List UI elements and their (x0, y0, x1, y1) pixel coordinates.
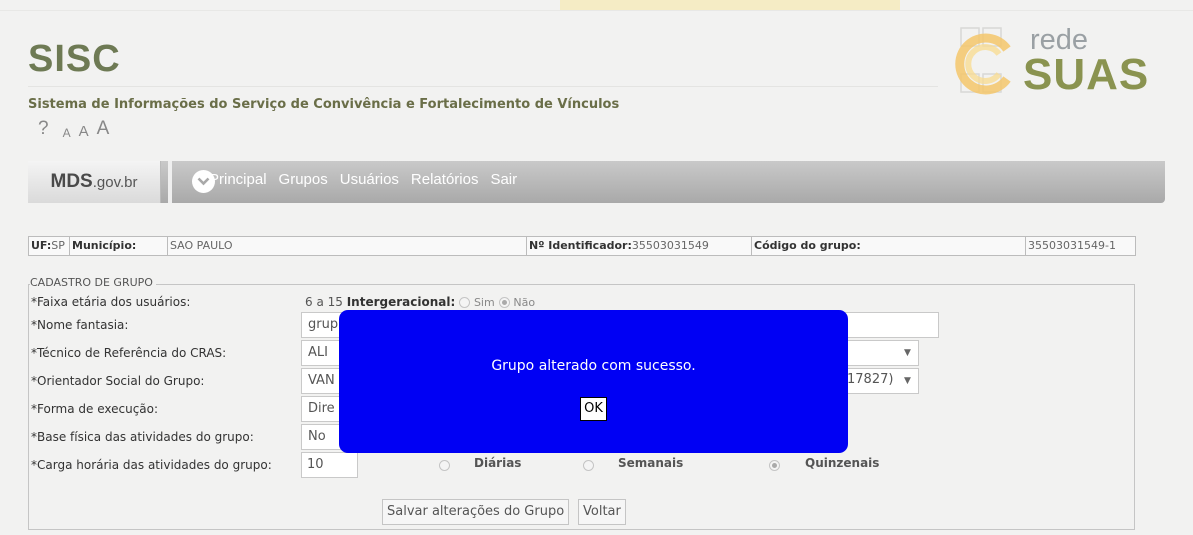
logo-text-suas: SUAS (1023, 50, 1150, 99)
app-title: SISC (28, 38, 121, 80)
save-group-button[interactable]: Salvar alterações do Grupo (382, 499, 570, 525)
nao-radio[interactable] (498, 297, 510, 308)
sim-label: Sim (473, 296, 495, 309)
font-small-button[interactable]: A (63, 126, 71, 140)
faixa-row: 6 a 15 Intergeracional: Sim Não (305, 295, 535, 309)
sim-radio[interactable] (459, 297, 471, 308)
codigo-label-cell: Código do grupo: (751, 237, 861, 255)
font-large-button[interactable]: A (97, 118, 110, 140)
main-navbar: MDS .gov.br Principal Grupos Usuários Rel… (28, 161, 1165, 203)
nav-item-sair[interactable]: Sair (490, 171, 517, 188)
mds-domain-text: .gov.br (92, 173, 138, 191)
nav-item-grupos[interactable]: Grupos (279, 171, 328, 188)
nav-menu: Principal Grupos Usuários Relatórios Sai… (209, 171, 517, 188)
nav-item-relatorios[interactable]: Relatórios (411, 171, 479, 188)
form-legend: CADASTRO DE GRUPO (30, 276, 156, 289)
identificador-cell: Nº Identificador:35503031549 (526, 237, 709, 255)
mds-bold-text: MDS (50, 171, 93, 192)
municipio-label-cell: Município: (69, 237, 136, 255)
nav-item-principal[interactable]: Principal (209, 171, 267, 188)
tecnico-label: *Técnico de Referência do CRAS: (31, 346, 227, 360)
orientador-dropdown-icon: ▼ (904, 376, 911, 386)
codigo-value-cell: 35503031549-1 (1025, 237, 1116, 255)
tecnico-dropdown-icon: ▼ (904, 348, 911, 358)
diarias-radio[interactable] (439, 460, 450, 471)
identificador-label: Nº Identificador: (529, 239, 632, 252)
identificador-value: 35503031549 (631, 239, 709, 252)
orientador-label: *Orientador Social do Grupo: (31, 374, 205, 388)
uf-value: SP (51, 239, 65, 252)
codigo-value: 35503031549-1 (1028, 239, 1116, 252)
municipio-value-cell: SAO PAULO (167, 237, 233, 255)
carga-horaria-input[interactable]: 10 (301, 452, 358, 478)
nao-label: Não (513, 296, 536, 309)
font-medium-button[interactable]: A (79, 123, 89, 140)
codigo-label: Código do grupo: (754, 239, 861, 252)
font-size-tools: ? A A A (38, 118, 109, 140)
mds-link[interactable]: MDS .gov.br (28, 161, 161, 203)
top-divider (0, 10, 1193, 11)
uf-cell: UF:SP (29, 237, 65, 255)
group-info-row: UF:SP Município: SAO PAULO Nº Identifica… (28, 236, 1136, 256)
header-divider (28, 86, 938, 87)
header-decoration (560, 0, 900, 10)
diarias-label: Diárias (474, 456, 522, 470)
semanais-label: Semanais (618, 456, 684, 470)
help-icon[interactable]: ? (38, 118, 49, 140)
municipio-label: Município: (72, 239, 137, 252)
carga-label: *Carga horária das atividades do grupo: (31, 458, 272, 472)
faixa-value: 6 a 15 (305, 295, 343, 309)
orientador-suffix: 17827) (847, 372, 894, 387)
faixa-label: *Faixa etária dos usuários: (31, 295, 191, 309)
municipio-value: SAO PAULO (170, 239, 233, 252)
base-label: *Base física das atividades do grupo: (31, 430, 254, 444)
success-message: Grupo alterado com sucesso. (491, 358, 696, 374)
back-button[interactable]: Voltar (578, 499, 626, 525)
rede-suas-logo: rede SUAS (955, 24, 1170, 104)
app-subtitle: Sistema de Informações do Serviço de Con… (28, 97, 620, 112)
uf-label: UF: (31, 239, 52, 252)
quinzenais-radio[interactable] (769, 460, 780, 471)
forma-label: *Forma de execução: (31, 402, 159, 416)
ok-button[interactable]: OK (580, 397, 607, 421)
success-dialog: Grupo alterado com sucesso. OK (339, 310, 848, 453)
quinzenais-label: Quinzenais (805, 456, 880, 470)
nav-item-usuarios[interactable]: Usuários (340, 171, 399, 188)
semanais-radio[interactable] (583, 460, 594, 471)
intergeracional-label: Intergeracional: (346, 295, 456, 309)
nav-divider (168, 161, 172, 203)
nome-label: *Nome fantasia: (31, 318, 129, 332)
